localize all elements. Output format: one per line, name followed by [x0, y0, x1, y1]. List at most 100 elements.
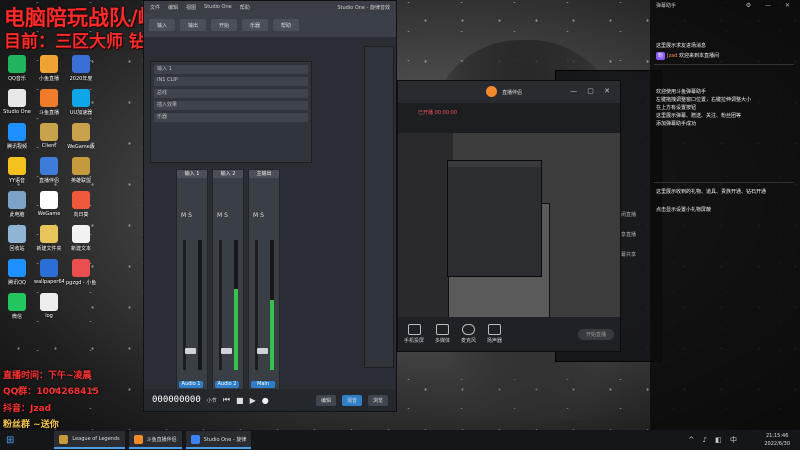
timecode-unit: 小节 — [206, 397, 217, 404]
tab-edit[interactable]: 编辑 — [316, 394, 336, 406]
desktop-icon[interactable]: WeGame版 — [66, 123, 96, 150]
task-studio[interactable]: Studio One - 旋律 — [185, 431, 252, 449]
desktop-icon[interactable]: UU加速器 — [66, 89, 96, 116]
inspector-row[interactable]: 输入 1 — [154, 65, 308, 74]
start-stream-button[interactable]: 开始直播 — [578, 328, 614, 340]
mixer-channel[interactable]: 主输出 M S Main — [248, 169, 280, 393]
panel-controls-icon[interactable]: ⚙ — ✕ — [746, 2, 796, 9]
danmaku-panel[interactable]: 弹幕助手 ⚙ — ✕ 这里展示求友进场消息 粉 Jzad 欢迎来到本直播间 欢迎使… — [650, 0, 800, 430]
studio-menu-view[interactable]: 视图 — [186, 4, 196, 11]
play-icon[interactable]: ▶ — [250, 396, 256, 405]
desktop-icon[interactable]: 斗鱼直播 — [34, 89, 64, 116]
task-companion[interactable]: 斗鱼直播伴侣 — [128, 431, 182, 449]
channel-fader-track[interactable] — [255, 240, 268, 370]
toolbar-input-button[interactable]: 输入 — [149, 19, 175, 31]
divider — [654, 64, 794, 65]
desktop-icon-label: QQ音乐 — [8, 76, 26, 82]
studio-menu-edit[interactable]: 编辑 — [168, 4, 178, 11]
desktop-icon[interactable]: QQ音乐 — [2, 55, 32, 82]
inspector-row[interactable]: 插入效果 — [154, 101, 308, 110]
divider — [654, 182, 794, 183]
studio-menu-file[interactable]: 文件 — [150, 4, 160, 11]
fader-knob[interactable] — [221, 348, 232, 354]
system-clock[interactable]: 21:15:46 2022/6/30 — [764, 432, 790, 448]
chat-text: 欢迎来到本直播间 — [678, 53, 719, 59]
desktop-icon[interactable]: pgzgd - 小鱼 — [66, 259, 96, 286]
chat-message: 点击显示设置小礼物屏蔽 — [656, 207, 712, 213]
desktop-icon[interactable]: 回收站 — [2, 225, 32, 252]
mixer-channel[interactable]: 输入 1 M S Audio 1 — [176, 169, 208, 393]
toolbar-instrument-button[interactable]: 乐器 — [242, 19, 268, 31]
desktop-icon-label: Studio One — [3, 109, 31, 115]
mic-button[interactable]: 麦克风 — [461, 324, 476, 344]
task-label: League of Legends — [72, 436, 120, 442]
studio-one-window[interactable]: 文件 编辑 视图 Studio One 帮助 Studio One - 旋律音效… — [143, 0, 397, 412]
speaker-button[interactable]: 扬声器 — [487, 324, 502, 344]
toolbar-output-button[interactable]: 输出 — [180, 19, 206, 31]
desktop-icon[interactable]: 小鱼直播 — [34, 55, 64, 82]
desktop-icon[interactable]: log — [34, 293, 64, 319]
desktop-icon[interactable]: 微信 — [2, 293, 32, 320]
desktop-icon[interactable]: 此电脑 — [2, 191, 32, 218]
studio-menu-help[interactable]: 帮助 — [240, 4, 250, 11]
chat-username[interactable]: Jzad — [667, 53, 677, 59]
desktop-icon-label: 小鱼直播 — [38, 76, 59, 82]
desktop-icon[interactable]: wallpaper64 — [34, 259, 64, 285]
mixer-channel[interactable]: 输入 2 M S Audio 2 — [212, 169, 244, 393]
studio-menu-studio[interactable]: Studio One — [204, 4, 232, 10]
screen-cast-button[interactable]: 手机投屏 — [404, 324, 424, 344]
channel-fader-track[interactable] — [219, 240, 232, 370]
desktop-icon[interactable]: 直播伴侣 — [34, 157, 64, 184]
start-icon[interactable]: ⊞ — [6, 435, 14, 446]
nested-preview-window — [447, 160, 542, 277]
overlay-stream-time: 直播时间：下午~凌晨 — [3, 371, 92, 381]
desktop-icon[interactable]: 新建文本 — [66, 225, 96, 252]
companion-icon — [133, 434, 143, 444]
mute-solo-icon[interactable]: M S — [181, 212, 192, 219]
app-icon — [8, 191, 26, 209]
desktop-icon-label: 英雄联盟 — [70, 178, 91, 184]
chat-message: 这里展示求友进场消息 — [656, 43, 707, 49]
task-league[interactable]: League of Legends — [54, 431, 125, 449]
channel-fader-track[interactable] — [183, 240, 196, 370]
mute-solo-icon[interactable]: M S — [253, 212, 264, 219]
tab-browse[interactable]: 浏览 — [368, 394, 388, 406]
desktop-icon[interactable]: 2020年度 — [66, 55, 96, 82]
desktop-icon[interactable]: YY语音 — [2, 157, 32, 184]
desktop-icon[interactable]: 向日葵 — [66, 191, 96, 218]
stop-icon[interactable]: ■ — [236, 396, 244, 405]
app-icon — [8, 123, 26, 141]
clock-date: 2022/6/30 — [764, 441, 790, 447]
toolbar-start-button[interactable]: 开始 — [211, 19, 237, 31]
media-button[interactable]: 多媒体 — [435, 324, 450, 344]
rewind-icon[interactable]: ⏮ — [223, 395, 230, 405]
inspector-row[interactable]: IN1 CLIP — [154, 77, 308, 86]
channel-output-pill[interactable]: Audio 1 — [179, 381, 203, 388]
desktop-icon[interactable]: WeGame — [34, 191, 64, 217]
desktop-icon[interactable]: 新建文件夹 — [34, 225, 64, 252]
desktop-icon[interactable]: 英雄联盟 — [66, 157, 96, 184]
screen-cast-label: 手机投屏 — [404, 338, 425, 344]
desktop-icon-label: 向日葵 — [73, 212, 89, 218]
fader-knob[interactable] — [185, 348, 196, 354]
record-icon[interactable]: ● — [262, 396, 269, 405]
channel-output-pill[interactable]: Main — [251, 381, 275, 388]
desktop-icon[interactable]: 腾讯QQ — [2, 259, 32, 286]
mute-solo-icon[interactable]: M S — [217, 212, 228, 219]
inspector-row[interactable]: 乐器 — [154, 113, 308, 122]
window-controls-icon[interactable]: — ▢ ✕ — [570, 87, 614, 95]
tab-mix[interactable]: 混音 — [342, 394, 362, 406]
studio-toolbar: 输入 输出 开始 乐器 帮助 — [144, 13, 396, 37]
toolbar-help-button[interactable]: 帮助 — [273, 19, 299, 31]
studio-menubar: 文件 编辑 视图 Studio One 帮助 Studio One - 旋律音效 — [144, 1, 396, 13]
desktop-icon[interactable]: 腾讯视频 — [2, 123, 32, 150]
channel-name: 输入 2 — [213, 170, 243, 178]
fader-knob[interactable] — [257, 348, 268, 354]
desktop-icon[interactable]: Client — [34, 123, 64, 149]
desktop-icon-label: 直播伴侣 — [38, 178, 59, 184]
desktop-icon[interactable]: Studio One — [2, 89, 32, 115]
channel-output-pill[interactable]: Audio 2 — [215, 381, 239, 388]
tray-icons[interactable]: ^ ♪ ◧ 中 — [688, 435, 740, 445]
inspector-row[interactable]: 总线 — [154, 89, 308, 98]
task-label: 斗鱼直播伴侣 — [146, 436, 177, 443]
